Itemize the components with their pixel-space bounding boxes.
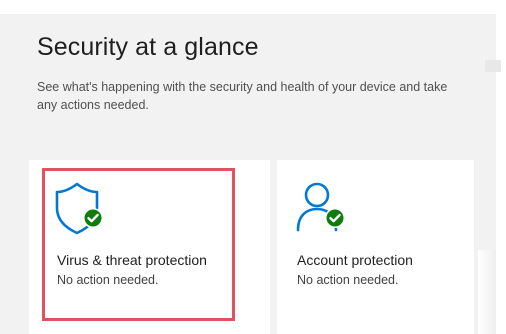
shield-check-icon [55,182,103,235]
account-protection-card[interactable]: Account protection No action needed. [277,160,474,334]
card-title: Account protection [297,252,413,268]
page-title: Security at a glance [37,33,259,61]
scroll-indicator [485,60,501,72]
person-check-icon [296,182,345,232]
partial-card-edge [478,250,496,334]
card-status: No action needed. [57,273,159,287]
card-status: No action needed. [297,273,399,287]
card-title: Virus & threat protection [57,252,207,268]
virus-threat-protection-card[interactable]: Virus & threat protection No action need… [29,160,270,334]
security-dashboard: Security at a glance See what's happenin… [0,0,506,334]
top-strip [0,0,506,14]
page-subtitle: See what's happening with the security a… [37,80,448,112]
right-edge [496,0,506,334]
